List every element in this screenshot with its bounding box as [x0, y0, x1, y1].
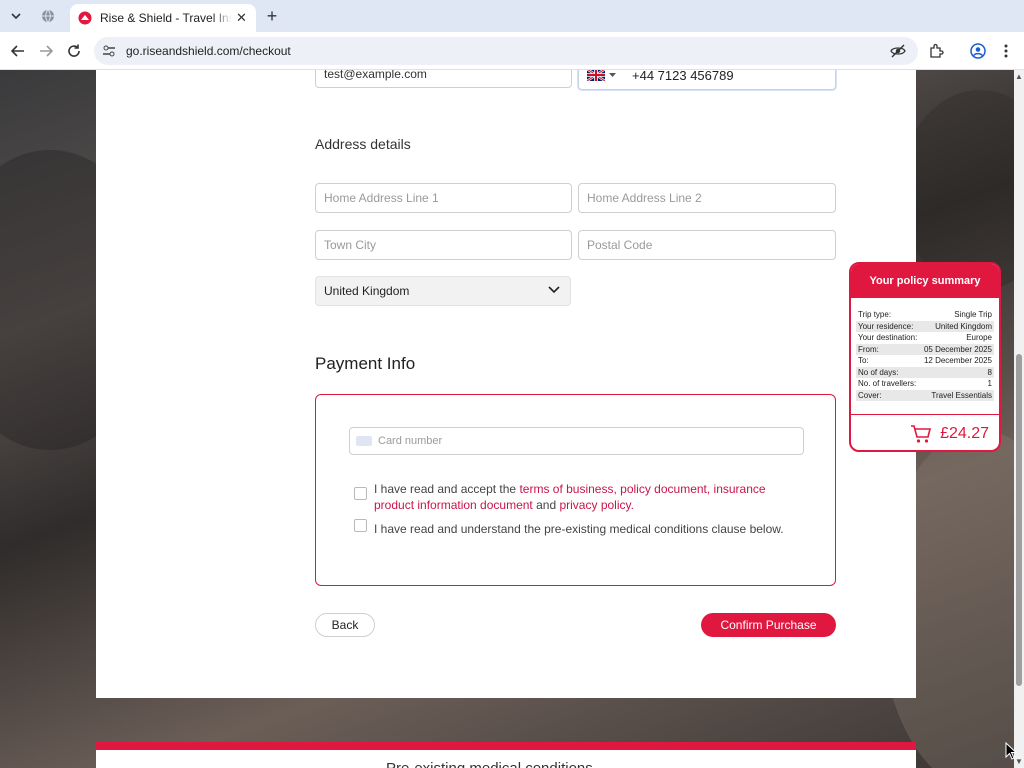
card-number-placeholder: Card number: [378, 435, 443, 447]
address-heading: Address details: [315, 136, 411, 152]
payment-box: Card number I have read and accept the t…: [315, 394, 836, 586]
address-line2-input[interactable]: Home Address Line 2: [578, 183, 836, 213]
summary-row-label: Cover:: [858, 390, 882, 400]
medical-conditions-heading: Pre-existing medical conditions: [386, 760, 593, 768]
phone-field[interactable]: +44 7123 456789: [578, 70, 836, 90]
policy-document-link[interactable]: policy document: [620, 482, 707, 496]
new-tab-button[interactable]: +: [262, 6, 282, 26]
policy-summary-panel: Your policy summary Trip type: Single Tri…: [849, 262, 1001, 452]
summary-row: To: 12 December 2025: [856, 355, 994, 367]
country-select-value: United Kingdom: [324, 284, 410, 298]
summary-title: Your policy summary: [851, 264, 999, 298]
summary-row-label: Trip type:: [858, 310, 892, 320]
terms-checkbox[interactable]: [354, 487, 367, 500]
back-arrow-icon[interactable]: [8, 41, 28, 61]
privacy-policy-link[interactable]: privacy policy: [559, 498, 630, 512]
summary-row-value: Travel Essentials: [931, 390, 992, 400]
summary-row: Cover: Travel Essentials: [856, 389, 994, 401]
reload-icon[interactable]: [64, 41, 84, 61]
card-number-input[interactable]: Card number: [349, 427, 804, 455]
back-button[interactable]: Back: [315, 613, 375, 637]
summary-row-value: 12 December 2025: [923, 356, 992, 366]
mouse-cursor-icon: [1005, 742, 1017, 760]
total-price: £24.27: [940, 424, 989, 442]
summary-row-value: Single Trip: [954, 310, 992, 320]
tab-search-chevron-icon[interactable]: [6, 6, 26, 26]
terms-separator: ,: [706, 482, 714, 496]
summary-row: No. of travellers: 1: [856, 378, 994, 390]
browser-toolbar: go.riseandshield.com/checkout: [0, 32, 1024, 70]
credit-card-icon: [356, 436, 372, 446]
medical-checkbox[interactable]: [354, 519, 367, 532]
summary-row-label: No. of travellers:: [858, 379, 917, 389]
chevron-down-icon: [548, 286, 560, 294]
terms-and: and: [532, 498, 560, 512]
browser-menu-icon[interactable]: [996, 41, 1016, 61]
country-select[interactable]: United Kingdom: [315, 276, 571, 306]
shopping-cart-icon: [911, 424, 932, 443]
tab-title: Rise & Shield - Travel Insurance: [100, 11, 232, 25]
summary-row: Trip type: Single Trip: [856, 309, 994, 321]
address-line1-input[interactable]: Home Address Line 1: [315, 183, 572, 213]
summary-row-value: 05 December 2025: [923, 344, 992, 354]
summary-total: £24.27: [851, 414, 999, 450]
summary-row-value: 1: [987, 379, 992, 389]
url-text: go.riseandshield.com/checkout: [126, 44, 291, 58]
confirm-purchase-button[interactable]: Confirm Purchase: [701, 613, 836, 637]
terms-prefix: I have read and accept the: [374, 482, 520, 496]
summary-row-label: No of days:: [858, 367, 899, 377]
summary-rows: Trip type: Single Trip Your residence: Uni…: [851, 309, 999, 401]
medical-conditions-section: Pre-existing medical conditions: [96, 750, 916, 768]
address-bar[interactable]: go.riseandshield.com/checkout: [94, 37, 918, 65]
page-scrollbar[interactable]: ▲ ▼: [1014, 70, 1024, 768]
page-viewport: test@example.com +44 7123 456789 Address…: [0, 70, 1014, 768]
terms-label: I have read and accept the terms of busi…: [374, 481, 804, 513]
site-info-icon[interactable]: [102, 44, 116, 58]
summary-row: No of days: 8: [856, 366, 994, 378]
active-tab[interactable]: Rise & Shield - Travel Insurance ✕: [70, 4, 256, 32]
summary-row-label: To:: [858, 356, 869, 366]
postal-code-input[interactable]: Postal Code: [578, 230, 836, 260]
inactive-tab-globe-icon[interactable]: [34, 6, 62, 26]
background-mountain: [900, 90, 1014, 290]
summary-row-label: From:: [858, 344, 879, 354]
tab-close-icon[interactable]: ✕: [236, 10, 247, 26]
scrollbar-thumb[interactable]: [1016, 354, 1022, 686]
scroll-up-arrow-icon[interactable]: ▲: [1015, 72, 1023, 81]
payment-heading: Payment Info: [315, 354, 416, 373]
profile-avatar-icon[interactable]: [968, 41, 988, 61]
summary-row-value: Europe: [966, 333, 992, 343]
eye-off-icon[interactable]: [890, 43, 906, 64]
summary-row: Your residence: United Kingdom: [856, 320, 994, 332]
medical-label: I have read and understand the pre-exist…: [374, 522, 784, 536]
summary-row-label: Your residence:: [858, 321, 914, 331]
terms-suffix: .: [630, 498, 634, 512]
site-favicon-icon: [78, 11, 92, 25]
summary-row-value: 8: [987, 367, 992, 377]
country-dropdown-caret-icon[interactable]: [609, 72, 616, 78]
extensions-icon[interactable]: [926, 41, 946, 61]
forward-arrow-icon[interactable]: [36, 41, 56, 61]
town-city-input[interactable]: Town City: [315, 230, 572, 260]
checkout-card: test@example.com +44 7123 456789 Address…: [96, 70, 916, 698]
summary-row: Your destination: Europe: [856, 332, 994, 344]
summary-row: From: 05 December 2025: [856, 343, 994, 355]
browser-tab-bar: Rise & Shield - Travel Insurance ✕ +: [0, 0, 1024, 32]
footer-accent-band: [96, 742, 916, 750]
summary-row-value: United Kingdom: [935, 321, 992, 331]
terms-of-business-link[interactable]: terms of business: [519, 482, 613, 496]
phone-value: +44 7123 456789: [632, 70, 734, 83]
email-field[interactable]: test@example.com: [315, 70, 572, 88]
summary-row-label: Your destination:: [858, 333, 918, 343]
uk-flag-icon: [587, 70, 605, 81]
